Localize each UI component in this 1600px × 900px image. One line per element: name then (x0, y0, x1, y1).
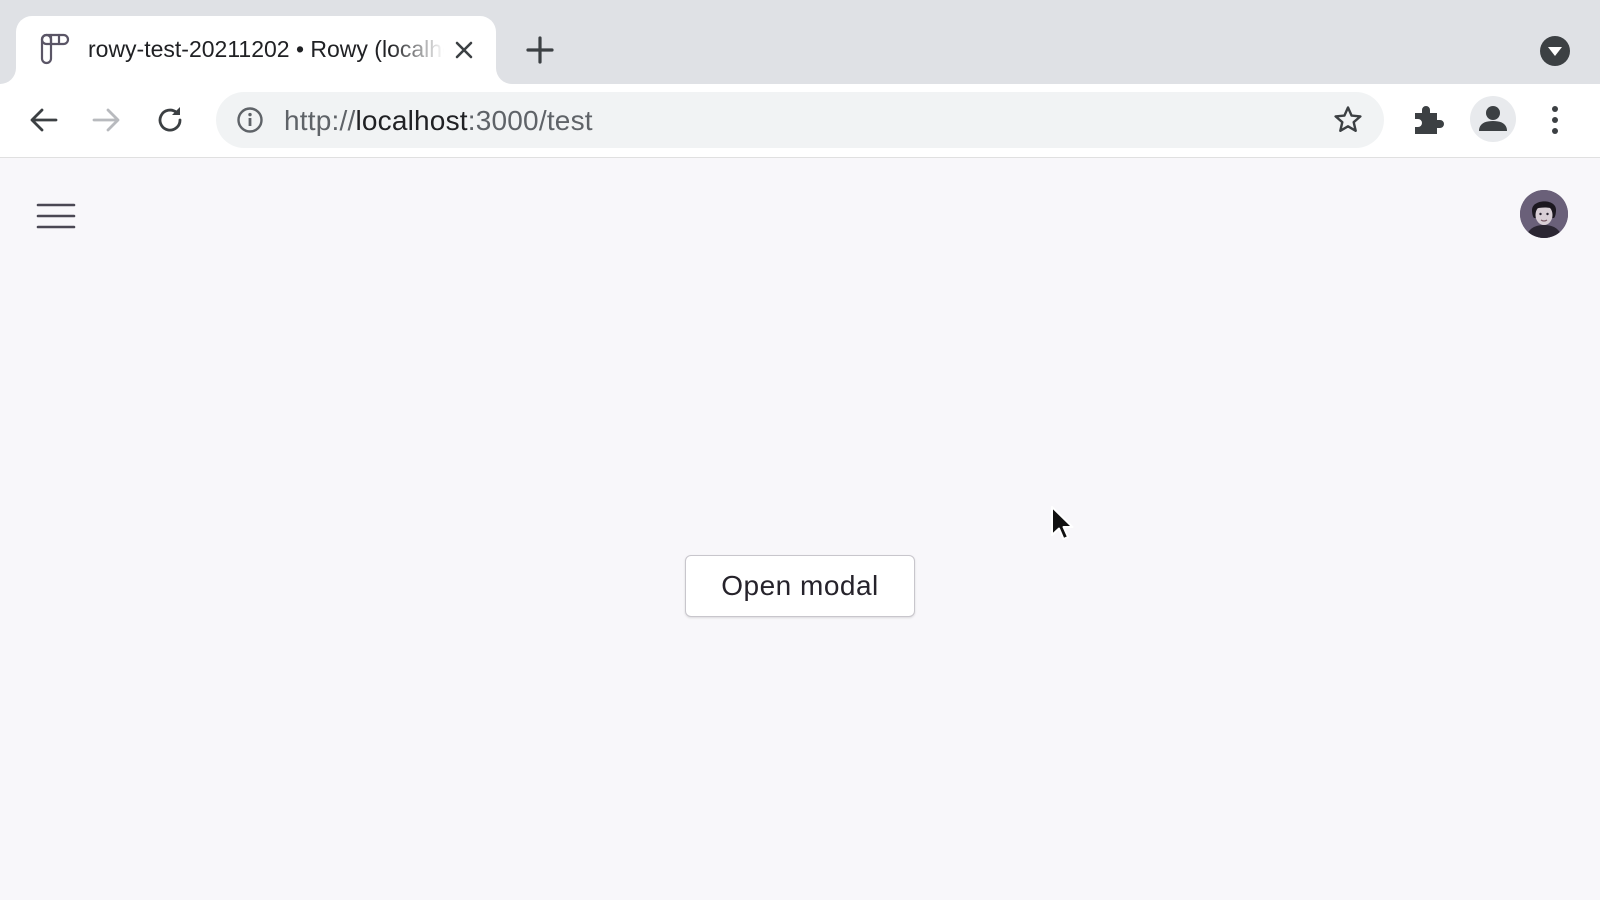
url-text[interactable]: http://localhost:3000/test (284, 105, 593, 137)
arrow-right-icon[interactable] (88, 102, 124, 138)
star-icon[interactable] (1332, 104, 1364, 136)
address-bar[interactable]: http://localhost:3000/test (216, 92, 1384, 148)
url-path: :3000/test (467, 105, 593, 136)
plus-icon[interactable] (520, 32, 560, 68)
menu-icon[interactable] (34, 198, 78, 234)
page-content: Open modal (0, 158, 1600, 900)
url-scheme: http:// (284, 105, 356, 136)
browser-tab-active[interactable]: rowy-test-20211202 • Rowy (localhost) (16, 16, 496, 84)
browser-toolbar: http://localhost:3000/test (0, 84, 1600, 158)
info-icon[interactable] (236, 106, 264, 134)
reload-icon[interactable] (152, 102, 188, 138)
puzzle-icon[interactable] (1410, 102, 1446, 138)
browser-tab-strip: rowy-test-20211202 • Rowy (localhost) (0, 0, 1600, 84)
url-host: localhost (355, 105, 468, 136)
rowy-logo-icon (40, 33, 70, 65)
close-icon[interactable] (452, 38, 476, 62)
person-icon[interactable] (1470, 96, 1516, 142)
arrow-left-icon[interactable] (26, 102, 62, 138)
user-avatar[interactable] (1520, 190, 1568, 238)
chevron-down-icon[interactable] (1540, 36, 1570, 66)
more-vertical-icon[interactable] (1540, 102, 1570, 138)
open-modal-button[interactable]: Open modal (685, 555, 915, 617)
tab-title: rowy-test-20211202 • Rowy (localhost) (88, 36, 444, 62)
